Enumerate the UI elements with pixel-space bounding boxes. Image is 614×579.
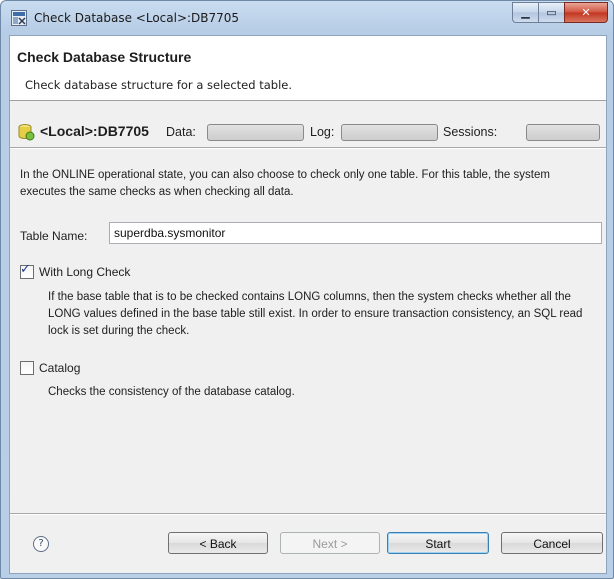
table-name-input[interactable] xyxy=(109,222,602,244)
log-gauge xyxy=(341,124,438,141)
footer-divider xyxy=(10,513,606,515)
dialog-client-area: Check Database Structure Check database … xyxy=(9,35,607,574)
app-icon xyxy=(11,10,27,26)
help-icon[interactable]: ? xyxy=(33,536,49,552)
catalog-description: Checks the consistency of the database c… xyxy=(48,386,295,398)
long-check-label: With Long Check xyxy=(39,265,131,279)
description-text: In the ONLINE operational state, you can… xyxy=(20,169,550,198)
checkmark-icon: ✓ xyxy=(20,262,31,277)
data-gauge xyxy=(207,124,304,141)
page-title: Check Database Structure xyxy=(17,49,192,65)
sessions-label: Sessions: xyxy=(443,125,498,139)
minimize-button[interactable]: ▁ xyxy=(512,2,538,23)
minimize-icon: ▁ xyxy=(521,6,530,19)
data-label: Data: xyxy=(166,125,196,139)
catalog-checkbox-row[interactable]: Catalog xyxy=(20,361,80,375)
sessions-gauge xyxy=(526,124,600,141)
close-icon: ✕ xyxy=(581,6,591,19)
database-info-bar: <Local>:DB7705 Data: Log: Sessions: xyxy=(10,121,606,141)
back-button[interactable]: < Back xyxy=(168,532,268,554)
long-check-description: If the base table that is to be checked … xyxy=(48,291,583,337)
maximize-button[interactable]: ▭ xyxy=(538,2,564,23)
database-icon xyxy=(18,124,35,141)
cancel-button[interactable]: Cancel xyxy=(501,532,603,554)
long-check-checkbox-row[interactable]: ✓ With Long Check xyxy=(20,262,131,279)
dialog-window: Check Database <Local>:DB7705 ▁ ▭ ✕ Chec… xyxy=(0,0,614,579)
window-controls: ▁ ▭ ✕ xyxy=(512,2,608,23)
title-bar[interactable]: Check Database <Local>:DB7705 ▁ ▭ ✕ xyxy=(1,1,613,35)
catalog-label: Catalog xyxy=(39,361,81,375)
table-name-label: Table Name: xyxy=(20,229,88,243)
maximize-icon: ▭ xyxy=(546,6,557,19)
next-button[interactable]: Next > xyxy=(280,532,380,554)
page-subtitle: Check database structure for a selected … xyxy=(25,78,292,92)
catalog-checkbox[interactable] xyxy=(20,361,34,375)
database-name: <Local>:DB7705 xyxy=(40,123,149,139)
wizard-header: Check Database Structure Check database … xyxy=(10,36,606,101)
start-button[interactable]: Start xyxy=(387,532,489,554)
close-button[interactable]: ✕ xyxy=(564,2,608,23)
divider xyxy=(10,147,606,149)
window-title: Check Database <Local>:DB7705 xyxy=(34,11,240,25)
log-label: Log: xyxy=(310,125,335,139)
long-check-checkbox[interactable]: ✓ xyxy=(20,262,34,279)
